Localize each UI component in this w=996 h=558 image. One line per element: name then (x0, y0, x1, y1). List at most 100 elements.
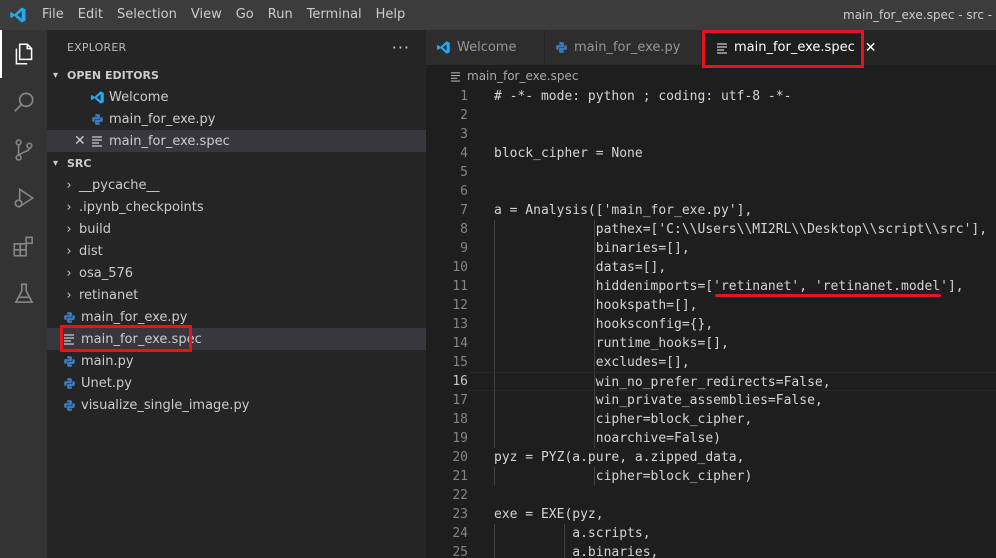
indent-guide (494, 524, 495, 543)
code-text: cipher=block_cipher) (468, 467, 996, 486)
code-content: pyz = PYZ(a.pure, a.zipped_data, (494, 450, 745, 465)
indent-guide (594, 353, 595, 372)
explorer-icon[interactable] (0, 30, 47, 78)
indent-guide (494, 315, 495, 334)
menu-terminal[interactable]: Terminal (300, 0, 369, 30)
chevron-right-icon: › (66, 287, 72, 303)
code-line[interactable]: 18 cipher=block_cipher, (426, 410, 996, 429)
open-editors-header[interactable]: ▾ OPEN EDITORS (47, 64, 426, 86)
code-line[interactable]: 22 (426, 486, 996, 505)
folder-item[interactable]: › __pycache__ (47, 174, 426, 196)
source-control-icon[interactable] (0, 126, 47, 174)
line-number: 14 (452, 336, 468, 351)
indent-guide (564, 543, 565, 558)
file-item-selected[interactable]: main_for_exe.spec (47, 328, 426, 350)
folder-item[interactable]: › .ipynb_checkpoints (47, 196, 426, 218)
search-icon[interactable] (0, 78, 47, 126)
open-editor-label: Welcome (109, 89, 169, 105)
code-line[interactable]: 20 pyz = PYZ(a.pure, a.zipped_data, (426, 448, 996, 467)
code-content: exe = EXE(pyz, (494, 507, 604, 522)
open-editor-label: main_for_exe.spec (109, 133, 230, 149)
folder-label: retinanet (79, 287, 139, 303)
indent-guide (494, 353, 495, 372)
folder-item[interactable]: › build (47, 218, 426, 240)
code-line[interactable]: 3 (426, 125, 996, 144)
code-line[interactable]: 15 excludes=[], (426, 353, 996, 372)
testing-icon[interactable] (0, 270, 47, 318)
python-icon (555, 41, 568, 54)
code-line[interactable]: 23 exe = EXE(pyz, (426, 505, 996, 524)
code-text: a.scripts, (468, 524, 996, 543)
code-line[interactable]: 19 noarchive=False) (426, 429, 996, 448)
code-line[interactable]: 2 (426, 106, 996, 125)
close-icon[interactable]: ✕ (74, 133, 86, 149)
code-content: a.scripts, (494, 526, 651, 541)
file-label: main_for_exe.spec (81, 331, 202, 347)
file-item[interactable]: main_for_exe.py (47, 306, 426, 328)
code-line[interactable]: 17 win_private_assemblies=False, (426, 391, 996, 410)
menu-go[interactable]: Go (229, 0, 261, 30)
code-line[interactable]: 6 (426, 182, 996, 201)
code-content: hookspath=[], (494, 298, 698, 313)
tab-label: main_for_exe.py (574, 40, 681, 55)
folder-item[interactable]: › retinanet (47, 284, 426, 306)
code-content: datas=[], (494, 260, 667, 275)
indent-guide (594, 258, 595, 277)
line-number: 16 (452, 374, 468, 389)
extensions-icon[interactable] (0, 222, 47, 270)
run-debug-icon[interactable] (0, 174, 47, 222)
code-line[interactable]: 10 datas=[], (426, 258, 996, 277)
line-number: 7 (460, 203, 468, 218)
code-line[interactable]: 21 cipher=block_cipher) (426, 467, 996, 486)
menu-selection[interactable]: Selection (110, 0, 184, 30)
line-number: 18 (452, 412, 468, 427)
code-line[interactable]: 24 a.scripts, (426, 524, 996, 543)
code-line[interactable]: 13 hooksconfig={}, (426, 315, 996, 334)
open-editor-main-for-exe-spec[interactable]: ✕ main_for_exe.spec (47, 130, 426, 152)
close-icon[interactable]: ✕ (865, 40, 877, 56)
code-text: block_cipher = None (468, 144, 996, 163)
file-lines-icon (89, 133, 105, 149)
menu-edit[interactable]: Edit (71, 0, 110, 30)
folder-item[interactable]: › dist (47, 240, 426, 262)
file-item[interactable]: visualize_single_image.py (47, 394, 426, 416)
code-line[interactable]: 16 win_no_prefer_redirects=False, (426, 372, 996, 392)
explorer-header: EXPLORER ··· (47, 30, 426, 64)
folder-label: build (79, 221, 111, 237)
menu-view[interactable]: View (184, 0, 229, 30)
tab-welcome[interactable]: Welcome (426, 30, 545, 65)
menu-file[interactable]: File (35, 0, 71, 30)
menu-run[interactable]: Run (261, 0, 300, 30)
open-editor-welcome[interactable]: Welcome (47, 86, 426, 108)
more-actions-icon[interactable]: ··· (392, 38, 410, 57)
code-line[interactable]: 4 block_cipher = None (426, 144, 996, 163)
code-line[interactable]: 12 hookspath=[], (426, 296, 996, 315)
tab-main-for-exe-py[interactable]: main_for_exe.py (545, 30, 702, 65)
vscode-logo-icon[interactable] (0, 0, 35, 30)
menu-help[interactable]: Help (369, 0, 413, 30)
code-line[interactable]: 14 runtime_hooks=[], (426, 334, 996, 353)
breadcrumb[interactable]: main_for_exe.spec (426, 65, 996, 87)
open-editor-main-for-exe-py[interactable]: main_for_exe.py (47, 108, 426, 130)
code-line[interactable]: 9 binaries=[], (426, 239, 996, 258)
code-line[interactable]: 5 (426, 163, 996, 182)
breadcrumb-file: main_for_exe.spec (467, 69, 579, 83)
code-line[interactable]: 8 pathex=['C:\\Users\\MI2RL\\Desktop\\sc… (426, 220, 996, 239)
file-item[interactable]: main.py (47, 350, 426, 372)
chevron-down-icon: ▾ (53, 157, 59, 169)
line-number: 2 (460, 108, 468, 123)
code-editor[interactable]: 1 # -*- mode: python ; coding: utf-8 -*- 2… (426, 87, 996, 558)
code-line[interactable]: 1 # -*- mode: python ; coding: utf-8 -*- (426, 87, 996, 106)
vscode-icon (436, 40, 451, 55)
file-label: Unet.py (81, 375, 132, 391)
code-line[interactable]: 7 a = Analysis(['main_for_exe.py'], (426, 201, 996, 220)
indent-guide (594, 220, 595, 239)
file-item[interactable]: Unet.py (47, 372, 426, 394)
code-line[interactable]: 25 a.binaries, (426, 543, 996, 558)
folder-item[interactable]: › osa_576 (47, 262, 426, 284)
src-folder-header[interactable]: ▾ SRC (47, 152, 426, 174)
indent-guide (494, 334, 495, 353)
tab-main-for-exe-spec[interactable]: main_for_exe.spec ✕ (702, 30, 876, 65)
